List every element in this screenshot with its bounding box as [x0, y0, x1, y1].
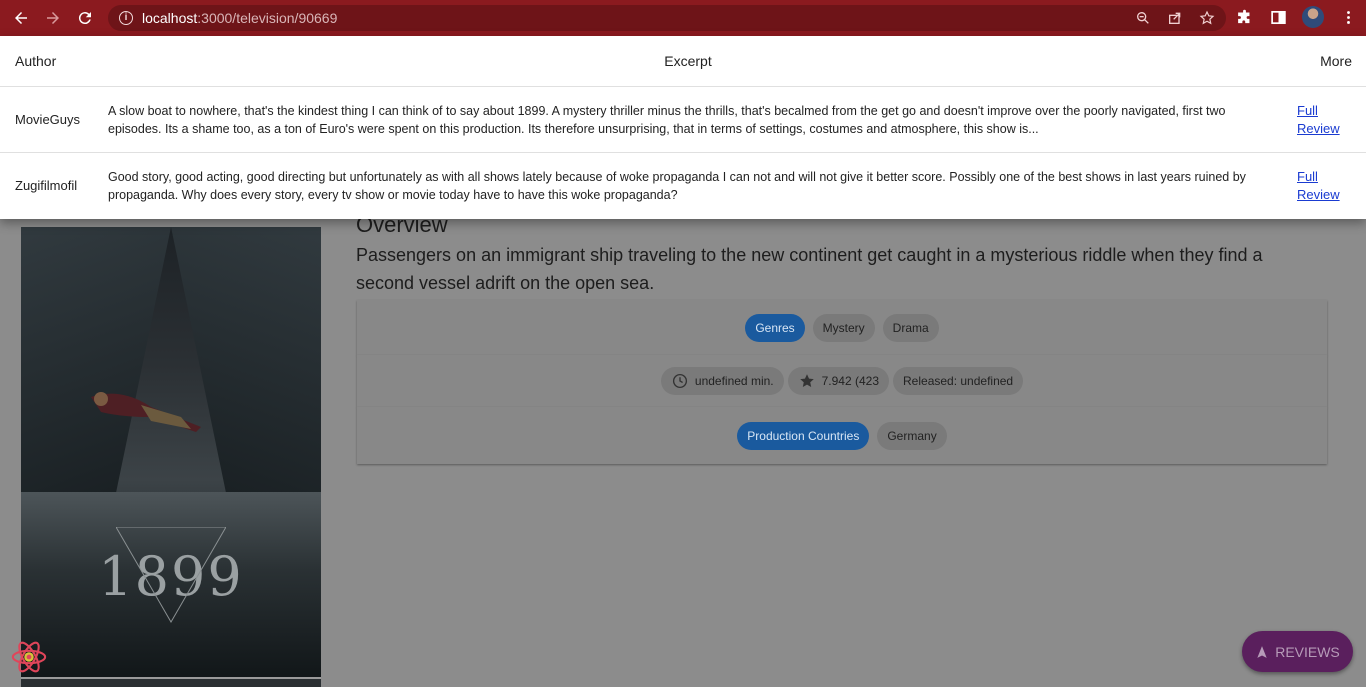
full-review-link[interactable]: Full Review	[1297, 168, 1347, 204]
genre-chip[interactable]: Mystery	[812, 313, 875, 342]
profile-avatar[interactable]	[1302, 6, 1324, 28]
more-column-header: More	[1320, 53, 1352, 69]
back-button[interactable]	[10, 7, 32, 29]
address-bar[interactable]: i localhost:3000/television/90669	[108, 5, 1226, 31]
full-review-link-line2: Review	[1297, 187, 1340, 202]
full-review-link[interactable]: Full Review	[1297, 102, 1347, 138]
arrow-right-icon	[47, 12, 59, 24]
poster-figure	[91, 392, 201, 432]
released-chip[interactable]: Released: undefined	[893, 367, 1024, 395]
genre-chip[interactable]: Drama	[882, 313, 939, 342]
share-button[interactable]	[1166, 9, 1184, 27]
full-review-link-line2: Review	[1297, 121, 1340, 136]
forward-button[interactable]	[42, 7, 64, 29]
table-row: Zugifilmofil Good story, good acting, go…	[0, 153, 1366, 219]
side-panel-button[interactable]	[1268, 6, 1288, 28]
reload-button[interactable]	[74, 7, 96, 29]
table-row: MovieGuys A slow boat to nowhere, that's…	[0, 87, 1366, 153]
genres-label-chip[interactable]: Genres	[745, 313, 805, 342]
extensions-button[interactable]	[1234, 6, 1254, 28]
zoom-icon	[1137, 11, 1149, 24]
stats-card: undefined min. 7.942 (423 Released: unde…	[357, 355, 1327, 407]
zoom-button[interactable]	[1134, 9, 1152, 27]
overview-text: Passengers on an immigrant ship travelin…	[356, 245, 1263, 293]
excerpt-column-header: Excerpt	[664, 53, 712, 69]
poster-wave-right	[171, 227, 321, 517]
puzzle-icon	[1237, 9, 1249, 23]
poster-wave-left	[21, 227, 171, 517]
full-review-link-line1: Full	[1297, 103, 1318, 118]
browser-toolbar: i localhost:3000/television/90669	[0, 0, 1366, 36]
url-text[interactable]: localhost:3000/television/90669	[142, 10, 337, 26]
poster-footer	[21, 677, 321, 687]
url-host: localhost	[142, 10, 198, 26]
reviews-fab[interactable]: REVIEWS	[1242, 631, 1353, 672]
production-label-chip[interactable]: Production Countries	[737, 421, 870, 450]
full-review-link-line1: Full	[1297, 169, 1318, 184]
reviews-drawer: Author Excerpt More MovieGuys A slow boa…	[0, 36, 1366, 219]
review-excerpt: A slow boat to nowhere, that's the kinde…	[108, 104, 1226, 136]
bookmark-button[interactable]	[1198, 9, 1216, 27]
share-icon	[1169, 12, 1181, 24]
kebab-menu-icon	[1346, 10, 1350, 24]
review-excerpt: Good story, good acting, good directing …	[108, 170, 1246, 202]
rating-chip[interactable]: 7.942 (423	[787, 367, 890, 395]
review-author: Zugifilmofil	[15, 178, 78, 193]
production-card: Production Countries Germany	[357, 407, 1327, 464]
runtime-text: undefined min.	[694, 374, 774, 388]
rating-text: 7.942 (423	[821, 374, 880, 388]
url-path: :3000/television/90669	[197, 10, 338, 26]
poster-triangle	[116, 527, 226, 623]
genres-card: Genres Mystery Drama	[357, 300, 1327, 355]
arrow-left-icon	[15, 12, 27, 24]
side-panel-icon	[1270, 10, 1286, 24]
reviews-fab-label: REVIEWS	[1275, 643, 1340, 660]
reload-icon	[78, 12, 91, 25]
show-poster: 1899	[21, 227, 321, 687]
react-logo-icon[interactable]	[10, 638, 48, 676]
star-icon	[799, 374, 814, 387]
browser-menu-button[interactable]	[1338, 6, 1358, 28]
country-chip[interactable]: Germany	[877, 421, 947, 450]
review-author: MovieGuys	[15, 112, 81, 127]
clock-icon	[672, 373, 687, 389]
star-icon	[1199, 10, 1215, 25]
runtime-chip[interactable]: undefined min.	[660, 367, 784, 395]
reviews-table-header: Author Excerpt More	[0, 36, 1366, 87]
info-icon[interactable]: i	[119, 11, 133, 25]
navigation-arrow-icon	[1257, 645, 1267, 658]
